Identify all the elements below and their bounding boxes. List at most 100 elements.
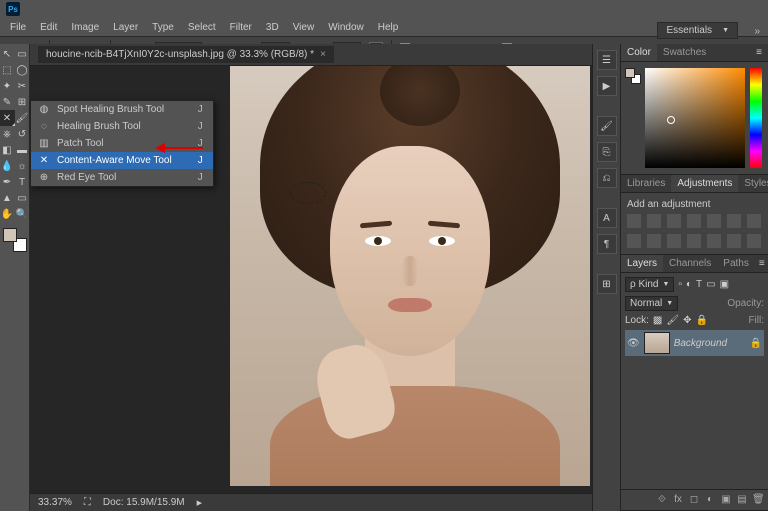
crop-tool[interactable]: ✂	[15, 78, 30, 94]
lasso-tool[interactable]: ◯	[15, 62, 30, 78]
dodge-tool[interactable]: ☼	[15, 158, 30, 174]
menu-view[interactable]: View	[287, 20, 321, 35]
lock-all-icon[interactable]: 🔒	[695, 315, 707, 326]
menu-3d[interactable]: 3D	[260, 20, 285, 35]
menu-image[interactable]: Image	[65, 20, 105, 35]
workspace-dropdown[interactable]: Essentials▼	[657, 22, 738, 39]
layer-name[interactable]: Background	[674, 338, 727, 349]
layer-row-background[interactable]: 👁 Background 🔒	[625, 330, 764, 356]
adj-layer-icon[interactable]: ◐	[704, 494, 716, 506]
paragraph-panel-icon[interactable]: ¶	[597, 234, 617, 254]
filter-pixel-icon[interactable]: ▫	[678, 279, 682, 290]
panel-menu-icon[interactable]: ≡	[755, 255, 768, 272]
adj-balance-icon[interactable]	[747, 214, 761, 228]
shape-tool[interactable]: ▭	[15, 190, 30, 206]
new-layer-icon[interactable]: ▤	[736, 494, 748, 506]
filter-shape-icon[interactable]: ▭	[706, 279, 715, 290]
frame-tool[interactable]: ⊞	[15, 94, 30, 110]
adj-threshold-icon[interactable]	[747, 234, 761, 248]
tab-styles[interactable]: Styles	[738, 175, 768, 192]
path-select-tool[interactable]: ▲	[0, 190, 15, 206]
quick-select-tool[interactable]: ✦	[0, 78, 15, 94]
type-tool[interactable]: T	[15, 174, 30, 190]
move-tool[interactable]: ↖	[0, 46, 15, 62]
menu-type[interactable]: Type	[146, 20, 180, 35]
hue-slider[interactable]	[750, 68, 762, 168]
flyout-spot-healing[interactable]: ◍Spot Healing Brush ToolJ	[31, 101, 213, 118]
adj-levels-icon[interactable]	[647, 214, 661, 228]
blur-tool[interactable]: 💧	[0, 158, 15, 174]
hand-tool[interactable]: ✋	[0, 206, 15, 222]
lock-pos-icon[interactable]: ✥	[683, 315, 691, 326]
zoom-level[interactable]: 33.37%	[38, 497, 72, 508]
eraser-tool[interactable]: ◧	[0, 142, 15, 158]
layer-filter-kind[interactable]: ρ Kind▼	[625, 277, 674, 292]
chevron-right-icon[interactable]: ▶	[197, 499, 202, 507]
menu-select[interactable]: Select	[182, 20, 222, 35]
tab-libraries[interactable]: Libraries	[621, 175, 671, 192]
brush-tool[interactable]: 🖌	[15, 110, 30, 126]
link-layers-icon[interactable]: ⟐	[656, 494, 668, 506]
layer-thumbnail[interactable]	[644, 332, 670, 354]
adj-hue-icon[interactable]	[727, 214, 741, 228]
lock-pixel-icon[interactable]: 🖌	[666, 315, 679, 326]
tab-color[interactable]: Color	[621, 44, 657, 61]
flyout-red-eye[interactable]: ⊕Red Eye ToolJ	[31, 169, 213, 186]
character-panel-icon[interactable]: A	[597, 208, 617, 228]
menu-file[interactable]: File	[4, 20, 32, 35]
blend-mode-dropdown[interactable]: Normal▼	[625, 296, 678, 311]
marquee-tool[interactable]: ⬚	[0, 62, 15, 78]
tab-adjustments[interactable]: Adjustments	[671, 175, 738, 192]
menu-filter[interactable]: Filter	[224, 20, 258, 35]
clone-stamp-tool[interactable]: ⎈	[0, 126, 15, 142]
zoom-tool[interactable]: 🔍	[15, 206, 30, 222]
actions-panel-icon[interactable]: ▶	[597, 76, 617, 96]
clone-source-icon[interactable]: ⎌	[597, 168, 617, 188]
artboard-tool[interactable]: ▭	[15, 46, 30, 62]
color-picker-field[interactable]	[645, 68, 745, 168]
menu-help[interactable]: Help	[372, 20, 405, 35]
navigator-panel-icon[interactable]: ⊞	[597, 274, 617, 294]
adj-vibrance-icon[interactable]	[707, 214, 721, 228]
filter-adj-icon[interactable]: ◐	[686, 279, 692, 290]
adj-mixer-icon[interactable]	[667, 234, 681, 248]
adj-curves-icon[interactable]	[667, 214, 681, 228]
gradient-tool[interactable]: ▬	[15, 142, 30, 158]
history-panel-icon[interactable]: ☰	[597, 50, 617, 70]
lock-trans-icon[interactable]: ▩	[653, 315, 662, 326]
tab-swatches[interactable]: Swatches	[657, 44, 712, 61]
group-icon[interactable]: ▣	[720, 494, 732, 506]
flyout-healing-brush[interactable]: ◌Healing Brush ToolJ	[31, 118, 213, 135]
adj-exposure-icon[interactable]	[687, 214, 701, 228]
adj-posterize-icon[interactable]	[727, 234, 741, 248]
adj-invert-icon[interactable]	[707, 234, 721, 248]
document-tab[interactable]: houcine-ncib-B4TjXnI0Y2c-unsplash.jpg @ …	[38, 46, 334, 63]
adj-photo-filter-icon[interactable]	[647, 234, 661, 248]
menu-edit[interactable]: Edit	[34, 20, 63, 35]
brush-settings-icon[interactable]: ⎘	[597, 142, 617, 162]
adj-brightness-icon[interactable]	[627, 214, 641, 228]
filter-type-icon[interactable]: T	[696, 279, 702, 290]
tab-channels[interactable]: Channels	[663, 255, 717, 272]
eyedropper-tool[interactable]: ✎	[0, 94, 15, 110]
history-brush-tool[interactable]: ↺	[15, 126, 30, 142]
layer-mask-icon[interactable]: ◻	[688, 494, 700, 506]
delete-layer-icon[interactable]: 🗑	[752, 494, 764, 506]
filter-smart-icon[interactable]: ▣	[720, 279, 729, 290]
menu-layer[interactable]: Layer	[107, 20, 144, 35]
expand-icon[interactable]: ⛶	[84, 497, 91, 508]
visibility-icon[interactable]: 👁	[627, 338, 640, 349]
foreground-background-colors[interactable]	[3, 228, 27, 252]
tab-layers[interactable]: Layers	[621, 255, 663, 272]
layer-fx-icon[interactable]: fx	[672, 494, 684, 506]
fgbg-mini[interactable]	[625, 68, 641, 84]
brush-panel-icon[interactable]: 🖌	[597, 116, 617, 136]
adj-lookup-icon[interactable]	[687, 234, 701, 248]
menu-window[interactable]: Window	[322, 20, 370, 35]
tab-paths[interactable]: Paths	[717, 255, 755, 272]
healing-brush-tool[interactable]: ✕	[0, 110, 15, 126]
pen-tool[interactable]: ✒	[0, 174, 15, 190]
close-icon[interactable]: ×	[320, 49, 326, 60]
adj-bw-icon[interactable]	[627, 234, 641, 248]
panel-menu-icon[interactable]: ≡	[750, 44, 768, 61]
